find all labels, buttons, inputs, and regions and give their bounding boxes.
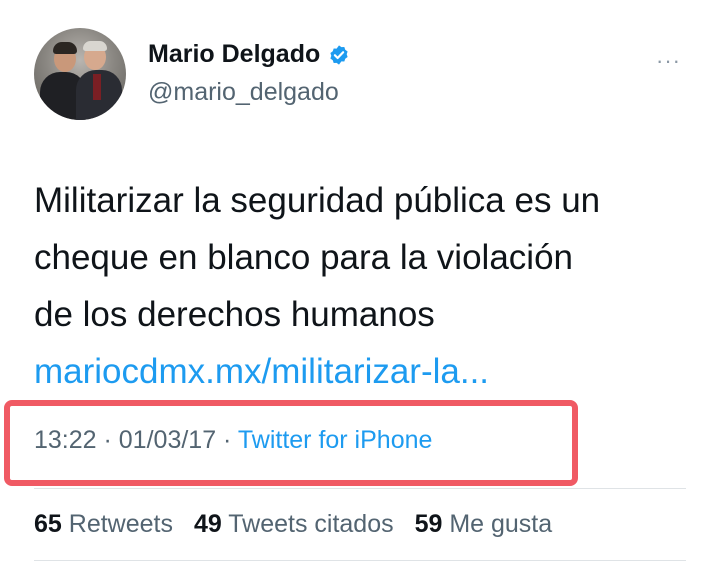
more-options-icon[interactable]: ··· xyxy=(656,48,681,74)
tweet-link[interactable]: mariocdmx.mx/militarizar-la... xyxy=(34,343,694,400)
avatar[interactable] xyxy=(34,28,126,120)
tweet-stats: 65 Retweets 49 Tweets citados 59 Me gust… xyxy=(34,510,552,539)
retweets-count: 65 xyxy=(34,510,62,538)
likes-count: 59 xyxy=(414,510,443,538)
meta-separator: · xyxy=(216,426,238,454)
tweet-text-line: Militarizar la seguridad pública es un xyxy=(34,181,601,220)
tweet-text-line: de los derechos humanos xyxy=(34,295,435,334)
avatar-tie xyxy=(93,74,101,100)
likes-stat[interactable]: 59 Me gusta xyxy=(415,510,553,538)
tweet-meta: 13:22 · 01/03/17 · Twitter for iPhone xyxy=(34,426,432,455)
retweets-stat[interactable]: 65 Retweets xyxy=(34,510,173,538)
retweets-label: Retweets xyxy=(68,510,173,538)
tweet-time[interactable]: 13:22 xyxy=(34,426,97,454)
avatar-hair-left xyxy=(53,42,77,54)
verified-badge-icon xyxy=(330,44,348,65)
user-handle[interactable]: @mario_delgado xyxy=(148,78,339,107)
likes-label: Me gusta xyxy=(449,510,553,538)
meta-separator: · xyxy=(96,426,119,454)
tweet-body: Militarizar la seguridad pública es un c… xyxy=(34,172,694,400)
quotes-label: Tweets citados xyxy=(228,510,394,538)
divider xyxy=(34,488,686,489)
divider xyxy=(34,560,686,561)
tweet-text-line: cheque en blanco para la violación xyxy=(34,238,573,277)
user-name-row: Mario Delgado xyxy=(148,40,350,69)
tweet-source[interactable]: Twitter for iPhone xyxy=(238,426,433,454)
user-name[interactable]: Mario Delgado xyxy=(148,40,320,69)
avatar-hair-right xyxy=(83,41,107,51)
quotes-count: 49 xyxy=(193,510,222,538)
quotes-stat[interactable]: 49 Tweets citados xyxy=(194,510,394,538)
tweet-date[interactable]: 01/03/17 xyxy=(119,426,216,454)
